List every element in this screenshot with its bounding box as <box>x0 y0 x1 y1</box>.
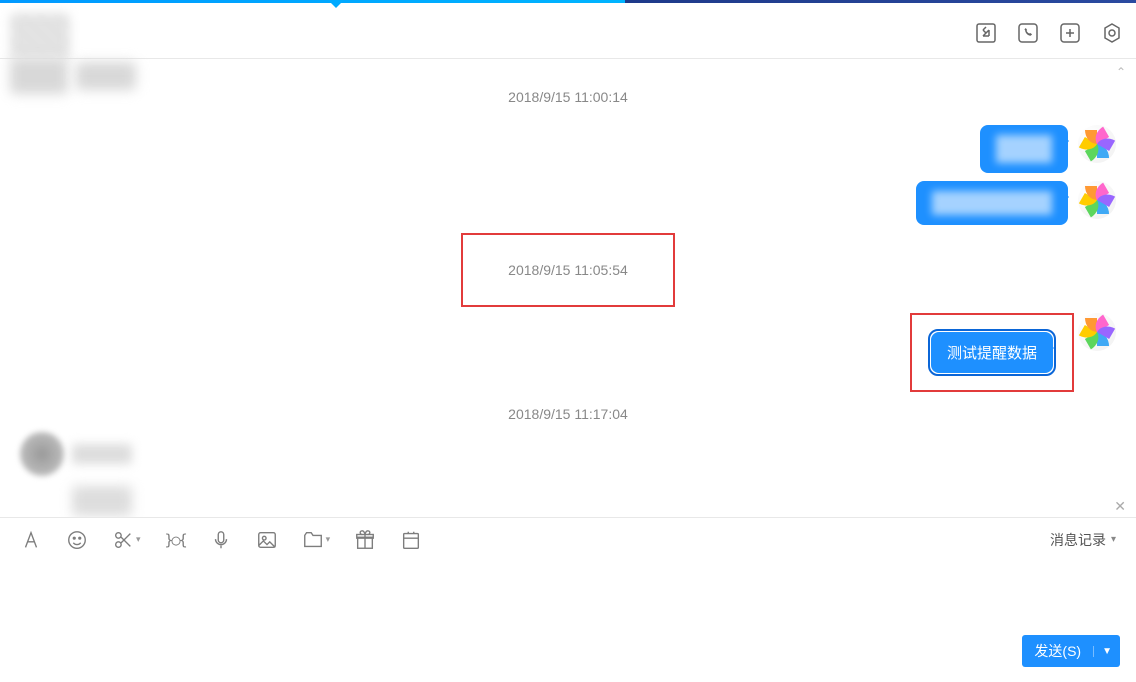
chat-header <box>0 3 1136 59</box>
file-tool[interactable]: ▾ <box>302 529 331 551</box>
editor-toolbar: ▾ }○{ ▾ 消息记录 ▾ <box>0 517 1136 561</box>
phone-call-icon[interactable] <box>1016 21 1040 45</box>
pinwheel-icon <box>1078 181 1116 219</box>
settings-icon[interactable] <box>1100 21 1124 45</box>
dropdown-caret-icon: ▾ <box>136 534 141 545</box>
send-dropdown-caret-icon[interactable]: ▼ <box>1093 646 1120 657</box>
outgoing-message-row <box>20 125 1116 173</box>
gift-icon[interactable] <box>354 529 376 551</box>
blurred-content <box>72 486 132 516</box>
dropdown-caret-icon: ▾ <box>1111 534 1116 545</box>
contact-name-overlay <box>10 58 136 94</box>
history-label: 消息记录 <box>1050 530 1106 550</box>
screenshot-tool[interactable]: ▾ <box>112 529 141 551</box>
send-button[interactable]: 发送(S) ▼ <box>1022 635 1120 667</box>
blurred-block <box>10 58 68 94</box>
outgoing-message-row: 测试提醒数据 <box>20 313 1116 392</box>
folder-icon <box>302 529 324 551</box>
message-timestamp: 2018/9/15 11:00:14 <box>20 89 1116 105</box>
message-input-area: 发送(S) ▼ <box>0 561 1136 681</box>
incoming-avatar-blurred <box>20 432 64 476</box>
message-input[interactable] <box>0 561 1136 631</box>
dropdown-caret-icon: ▾ <box>326 534 331 545</box>
incoming-message-group <box>20 432 1116 517</box>
scissors-icon <box>112 529 134 551</box>
outgoing-message-row <box>20 181 1116 225</box>
shake-window-icon[interactable]: }○{ <box>165 531 186 549</box>
contact-info <box>10 13 70 58</box>
blurred-block <box>76 62 136 90</box>
pinwheel-icon <box>1078 125 1116 163</box>
outgoing-bubble: 测试提醒数据 <box>931 332 1053 373</box>
emoji-icon[interactable] <box>66 529 88 551</box>
image-icon[interactable] <box>256 529 278 551</box>
collapse-up-icon[interactable]: ⌃ <box>1116 65 1126 79</box>
message-history-link[interactable]: 消息记录 ▾ <box>1050 530 1116 550</box>
message-timestamp: 2018/9/15 11:05:54 <box>508 262 628 278</box>
sender-avatar[interactable] <box>1078 181 1116 219</box>
font-icon[interactable] <box>20 529 42 551</box>
incoming-nick-blurred <box>72 444 132 464</box>
highlighted-message-frame: 测试提醒数据 <box>910 313 1074 392</box>
add-app-icon[interactable] <box>1058 21 1082 45</box>
header-actions <box>974 21 1124 45</box>
chat-messages[interactable]: ⌃ 2018/9/15 11:00:14 2018/9/15 11:05:54 … <box>0 59 1136 517</box>
remote-assist-icon[interactable] <box>974 21 998 45</box>
contact-avatar-blurred <box>10 13 70 58</box>
message-timestamp: 2018/9/15 11:17:04 <box>20 406 1116 422</box>
collapse-down-icon[interactable]: ✕ <box>1114 498 1126 515</box>
voice-message-icon[interactable] <box>210 529 232 551</box>
calendar-icon[interactable] <box>400 529 422 551</box>
pinwheel-icon <box>1078 313 1116 351</box>
sender-avatar[interactable] <box>1078 125 1116 163</box>
outgoing-bubble-blurred <box>980 125 1068 173</box>
highlighted-timestamp-frame: 2018/9/15 11:05:54 <box>461 233 675 307</box>
outgoing-bubble-blurred <box>916 181 1068 225</box>
send-label: 发送(S) <box>1022 641 1093 661</box>
sender-avatar[interactable] <box>1078 313 1116 351</box>
